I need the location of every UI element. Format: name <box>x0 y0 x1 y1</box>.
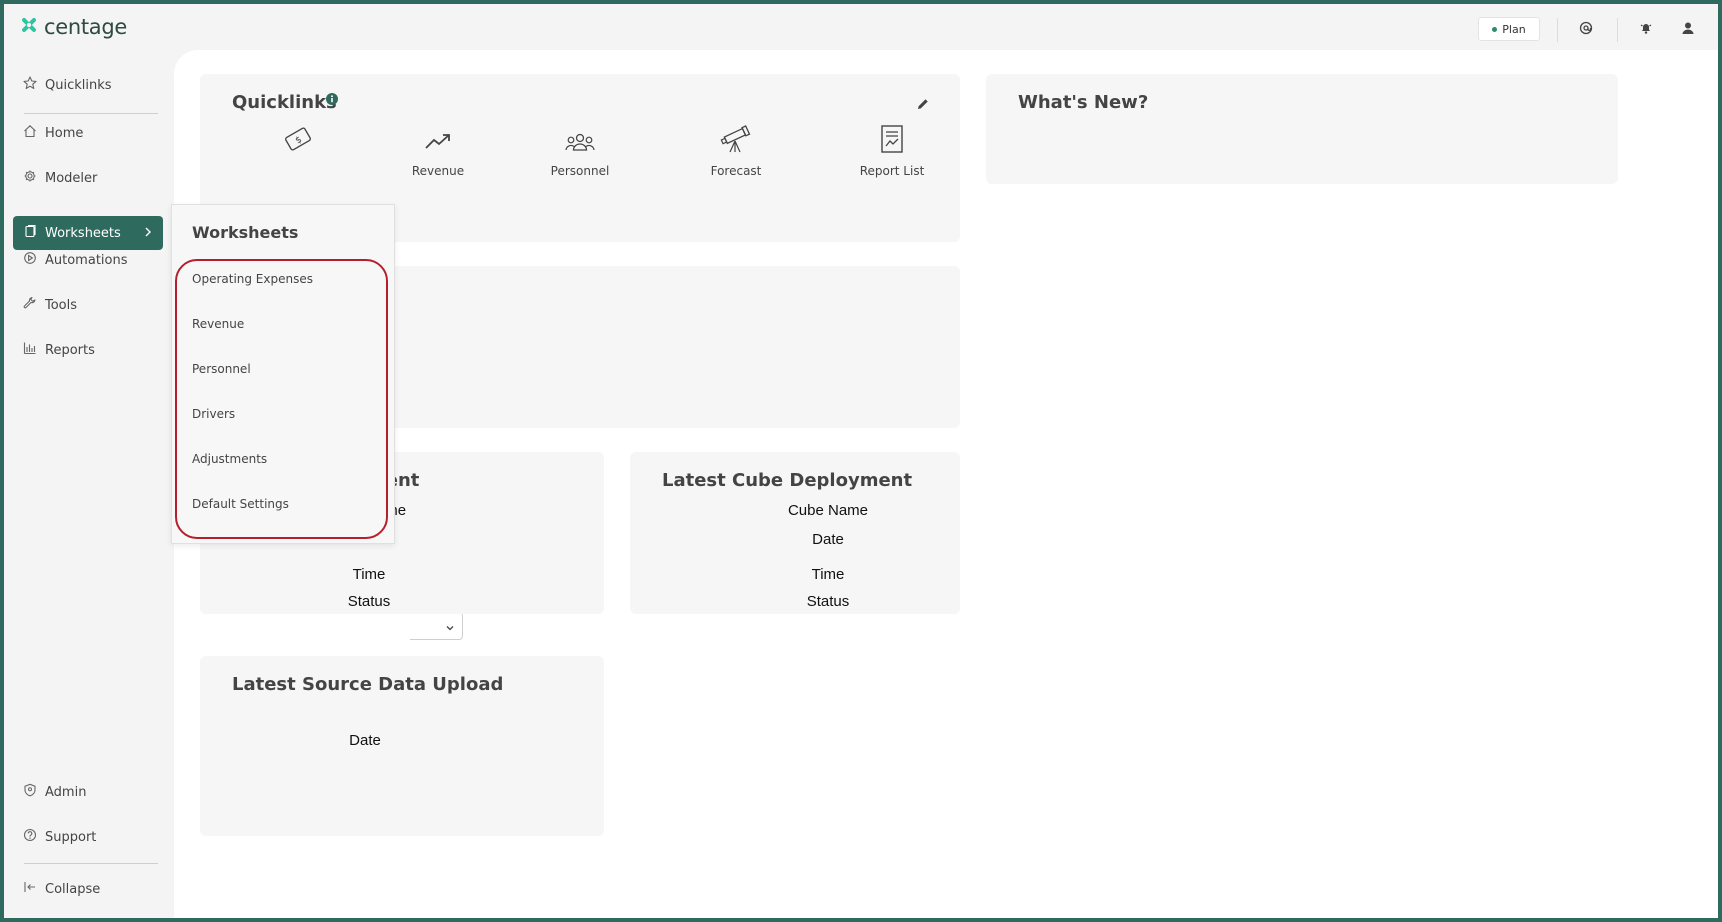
app-window: centage Plan Quicklinks Home Modeler Wor… <box>4 4 1718 918</box>
money-bill-icon: $ <box>238 120 358 154</box>
flyout-item-personnel[interactable]: Personnel <box>192 362 251 376</box>
sidebar-item-label: Quicklinks <box>45 77 112 93</box>
quicklink-label: Personnel <box>550 164 610 178</box>
quicklinks-title: Quicklinks <box>232 92 337 113</box>
plan-selector[interactable]: Plan <box>1478 17 1540 41</box>
worksheets-flyout-menu: Worksheets Operating Expenses Revenue Pe… <box>171 204 395 544</box>
user-profile-icon[interactable] <box>1679 19 1697 37</box>
sidebar: Quicklinks Home Modeler Worksheets Autom… <box>4 50 174 918</box>
brand-name: centage <box>44 15 128 39</box>
notification-bell-icon[interactable] <box>1637 19 1655 37</box>
whats-new-title: What's New? <box>1018 92 1149 113</box>
sidebar-item-collapse[interactable]: Collapse <box>13 874 163 904</box>
status-label: Status <box>806 593 850 610</box>
telescope-icon <box>676 120 796 154</box>
source-upload-title: Latest Source Data Upload <box>232 674 504 695</box>
sidebar-item-label: Worksheets <box>45 225 121 241</box>
main-content: Quicklinks $ Revenue Personnel Forecast … <box>174 50 1718 918</box>
divider <box>1557 18 1558 42</box>
quicklink-label: Forecast <box>710 164 762 178</box>
sidebar-item-home[interactable]: Home <box>13 118 163 148</box>
source-upload-card: Latest Source Data Upload Date <box>200 656 604 836</box>
chevron-down-icon <box>444 619 456 638</box>
shield-icon <box>23 783 37 801</box>
flyout-item-default-settings[interactable]: Default Settings <box>192 497 289 511</box>
date-label: Date <box>812 531 844 548</box>
quicklink-label: Revenue <box>411 164 465 178</box>
automation-icon <box>23 251 37 269</box>
flyout-title: Worksheets <box>192 223 299 242</box>
cube-deployment-card: Latest Cube Deployment Cube Name Date Ti… <box>630 452 960 614</box>
plan-dropdown[interactable] <box>410 612 463 640</box>
sidebar-item-admin[interactable]: Admin <box>13 777 163 807</box>
whats-new-card: What's New? <box>986 74 1618 184</box>
sidebar-item-label: Home <box>45 125 84 141</box>
sidebar-item-tools[interactable]: Tools <box>13 290 163 320</box>
trend-up-icon <box>378 120 498 154</box>
quicklink-report-list[interactable]: Report List <box>832 120 952 178</box>
flyout-item-operating-expenses[interactable]: Operating Expenses <box>192 272 313 286</box>
divider <box>24 113 158 114</box>
time-label: Time <box>811 566 845 583</box>
mention-icon[interactable] <box>1577 19 1595 37</box>
quicklink-label: Report List <box>859 164 925 178</box>
date-label: Date <box>349 732 381 749</box>
sidebar-item-label: Reports <box>45 342 95 358</box>
divider <box>24 863 158 864</box>
logo[interactable]: centage <box>18 14 127 40</box>
home-icon <box>23 124 37 142</box>
logo-icon <box>18 14 40 40</box>
worksheet-icon <box>23 224 37 242</box>
status-label: Status <box>347 593 391 610</box>
top-bar: centage Plan <box>4 4 1718 50</box>
help-circle-icon <box>23 828 37 846</box>
wrench-icon <box>23 296 37 314</box>
edit-pencil-icon[interactable] <box>916 96 930 115</box>
bar-chart-icon <box>23 341 37 359</box>
sidebar-item-label: Collapse <box>45 881 101 897</box>
sidebar-item-label: Automations <box>45 252 128 268</box>
cube-deployment-title: Latest Cube Deployment <box>662 470 913 491</box>
sidebar-item-label: Modeler <box>45 170 98 186</box>
info-icon[interactable] <box>326 90 338 109</box>
gear-icon <box>23 169 37 187</box>
plan-status-dot <box>1492 26 1498 32</box>
quicklink-personnel[interactable]: Personnel <box>520 120 640 178</box>
quicklink-forecast[interactable]: Forecast <box>676 120 796 178</box>
flyout-item-revenue[interactable]: Revenue <box>192 317 244 331</box>
collapse-icon <box>23 880 37 898</box>
plan-label: Plan <box>1502 22 1526 36</box>
divider <box>1617 18 1618 42</box>
flyout-item-drivers[interactable]: Drivers <box>192 407 235 421</box>
chevron-right-icon <box>143 225 153 243</box>
sidebar-item-automations[interactable]: Automations <box>13 245 163 275</box>
people-icon <box>520 120 640 154</box>
flyout-item-adjustments[interactable]: Adjustments <box>192 452 267 466</box>
quicklink-revenue[interactable]: Revenue <box>378 120 498 178</box>
sidebar-item-support[interactable]: Support <box>13 822 163 852</box>
sidebar-item-label: Support <box>45 829 97 845</box>
sidebar-item-label: Tools <box>45 297 78 313</box>
star-icon <box>23 76 37 94</box>
sidebar-item-quicklinks[interactable]: Quicklinks <box>13 70 163 100</box>
time-label: Time <box>352 566 386 583</box>
report-icon <box>832 120 952 154</box>
cube-name-label: Cube Name <box>787 502 869 519</box>
quicklink-operating-expenses[interactable]: $ <box>238 120 358 154</box>
sidebar-item-reports[interactable]: Reports <box>13 335 163 365</box>
sidebar-item-modeler[interactable]: Modeler <box>13 163 163 193</box>
sidebar-item-label: Admin <box>45 784 87 800</box>
